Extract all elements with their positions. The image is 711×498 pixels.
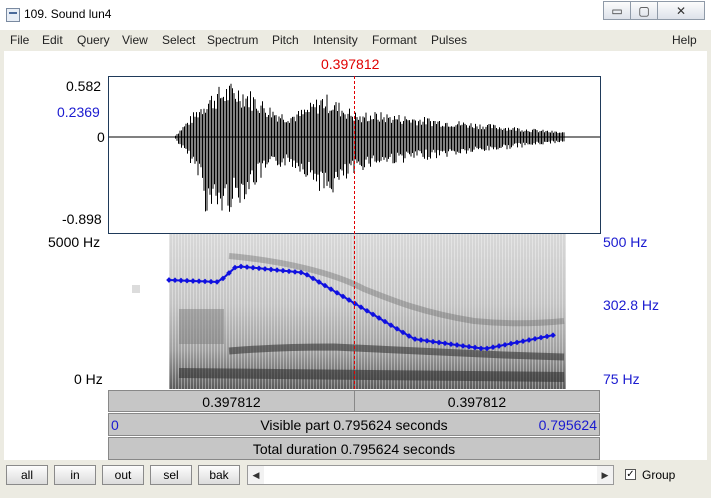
bottom-toolbar: all in out sel bak ◀ ▶ ✓ Group: [0, 462, 711, 498]
time-scrollbar[interactable]: ◀ ▶: [247, 465, 614, 485]
menu-help[interactable]: Help: [672, 33, 697, 47]
zoom-sel-button[interactable]: sel: [150, 465, 192, 485]
praat-app-icon: [6, 8, 20, 22]
cursor-right-time: 0.397812: [447, 394, 507, 410]
menu-pitch[interactable]: Pitch: [272, 33, 299, 47]
visible-part-label: Visible part 0.795624 seconds: [260, 417, 448, 433]
zoom-in-button[interactable]: in: [54, 465, 96, 485]
menu-file[interactable]: File: [10, 33, 29, 47]
total-duration-bar[interactable]: Total duration 0.795624 seconds: [108, 437, 600, 460]
group-checkbox[interactable]: ✓: [625, 469, 636, 480]
menu-pulses[interactable]: Pulses: [431, 33, 467, 47]
formant-band-0: [178, 368, 565, 382]
menu-spectrum[interactable]: Spectrum: [207, 33, 258, 47]
menu-select[interactable]: Select: [162, 33, 195, 47]
zoom-back-button[interactable]: bak: [198, 465, 240, 485]
cursor-left-segment[interactable]: 0.397812: [108, 390, 355, 412]
menu-edit[interactable]: Edit: [42, 33, 63, 47]
visible-end: 0.795624: [538, 417, 597, 433]
menu-query[interactable]: Query: [77, 33, 110, 47]
cursor-right-segment[interactable]: 0.397812: [354, 390, 600, 412]
sound-editor-area[interactable]: 0.397812 0.582 0.2369 0 -0.898 5000 Hz 0…: [4, 51, 707, 460]
spectrogram-marker: [132, 285, 140, 293]
close-button[interactable]: ✕: [657, 1, 705, 20]
visible-part-bar[interactable]: 0 Visible part 0.795624 seconds 0.795624: [108, 413, 600, 436]
cursor-left-time: 0.397812: [202, 394, 261, 410]
menu-view[interactable]: View: [122, 33, 148, 47]
minimize-icon: ▭: [611, 3, 623, 18]
group-label: Group: [642, 468, 676, 482]
maximize-button[interactable]: ▢: [630, 1, 658, 20]
burst-region: [179, 309, 224, 344]
menu-formant[interactable]: Formant: [372, 33, 417, 47]
menu-bar: File Edit Query View Select Spectrum Pit…: [0, 30, 711, 50]
menu-intensity[interactable]: Intensity: [313, 33, 358, 47]
scroll-right-icon[interactable]: ▶: [597, 466, 613, 484]
window-title: 109. Sound lun4: [24, 7, 112, 21]
maximize-icon: ▢: [638, 3, 650, 18]
total-duration-label: Total duration 0.795624 seconds: [252, 441, 456, 457]
close-icon: ✕: [675, 3, 687, 18]
scroll-left-icon[interactable]: ◀: [248, 466, 264, 484]
title-bar: 109. Sound lun4 ▭ ▢ ✕: [0, 0, 711, 31]
zoom-all-button[interactable]: all: [6, 465, 48, 485]
minimize-button[interactable]: ▭: [603, 1, 631, 20]
zoom-out-button[interactable]: out: [102, 465, 144, 485]
